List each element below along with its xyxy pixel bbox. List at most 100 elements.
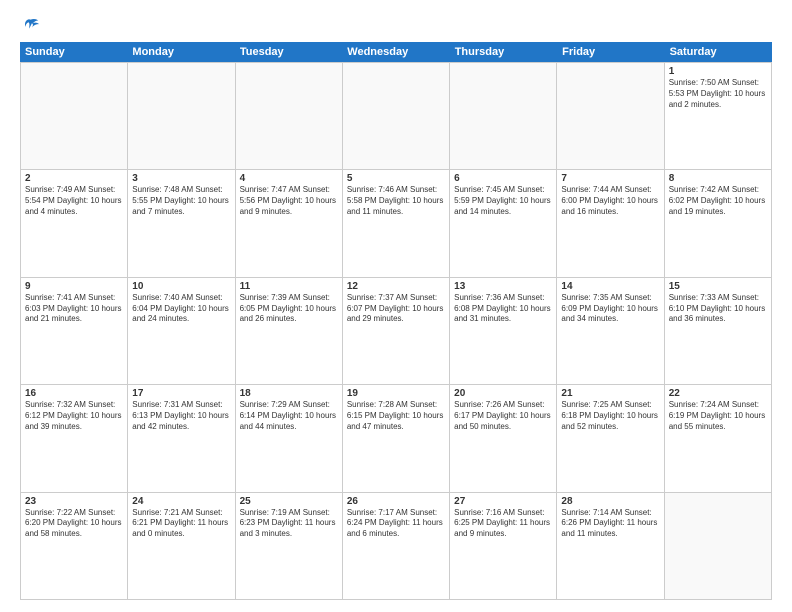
- logo-bird-icon: [22, 16, 40, 34]
- calendar-cell-empty-0-3: [343, 63, 450, 169]
- calendar-cell-18: 18Sunrise: 7:29 AM Sunset: 6:14 PM Dayli…: [236, 385, 343, 491]
- calendar-cell-12: 12Sunrise: 7:37 AM Sunset: 6:07 PM Dayli…: [343, 278, 450, 384]
- calendar-cell-6: 6Sunrise: 7:45 AM Sunset: 5:59 PM Daylig…: [450, 170, 557, 276]
- calendar-cell-20: 20Sunrise: 7:26 AM Sunset: 6:17 PM Dayli…: [450, 385, 557, 491]
- day-number: 25: [240, 496, 338, 507]
- calendar-cell-5: 5Sunrise: 7:46 AM Sunset: 5:58 PM Daylig…: [343, 170, 450, 276]
- day-number: 1: [669, 66, 767, 77]
- day-number: 26: [347, 496, 445, 507]
- calendar-cell-empty-0-1: [128, 63, 235, 169]
- header-day-friday: Friday: [557, 42, 664, 62]
- day-info: Sunrise: 7:46 AM Sunset: 5:58 PM Dayligh…: [347, 185, 445, 217]
- day-number: 7: [561, 173, 659, 184]
- day-info: Sunrise: 7:28 AM Sunset: 6:15 PM Dayligh…: [347, 400, 445, 432]
- day-number: 5: [347, 173, 445, 184]
- calendar-cell-21: 21Sunrise: 7:25 AM Sunset: 6:18 PM Dayli…: [557, 385, 664, 491]
- day-number: 19: [347, 388, 445, 399]
- day-number: 12: [347, 281, 445, 292]
- calendar-row-2: 2Sunrise: 7:49 AM Sunset: 5:54 PM Daylig…: [21, 170, 772, 277]
- day-number: 13: [454, 281, 552, 292]
- calendar-cell-22: 22Sunrise: 7:24 AM Sunset: 6:19 PM Dayli…: [665, 385, 772, 491]
- day-info: Sunrise: 7:26 AM Sunset: 6:17 PM Dayligh…: [454, 400, 552, 432]
- header-day-tuesday: Tuesday: [235, 42, 342, 62]
- calendar-cell-16: 16Sunrise: 7:32 AM Sunset: 6:12 PM Dayli…: [21, 385, 128, 491]
- day-number: 15: [669, 281, 767, 292]
- day-number: 21: [561, 388, 659, 399]
- day-info: Sunrise: 7:48 AM Sunset: 5:55 PM Dayligh…: [132, 185, 230, 217]
- day-info: Sunrise: 7:50 AM Sunset: 5:53 PM Dayligh…: [669, 78, 767, 110]
- calendar-cell-7: 7Sunrise: 7:44 AM Sunset: 6:00 PM Daylig…: [557, 170, 664, 276]
- calendar-row-3: 9Sunrise: 7:41 AM Sunset: 6:03 PM Daylig…: [21, 278, 772, 385]
- calendar-cell-empty-0-5: [557, 63, 664, 169]
- calendar-cell-28: 28Sunrise: 7:14 AM Sunset: 6:26 PM Dayli…: [557, 493, 664, 599]
- calendar-cell-10: 10Sunrise: 7:40 AM Sunset: 6:04 PM Dayli…: [128, 278, 235, 384]
- logo: [20, 16, 40, 34]
- calendar-cell-3: 3Sunrise: 7:48 AM Sunset: 5:55 PM Daylig…: [128, 170, 235, 276]
- calendar-cell-1: 1Sunrise: 7:50 AM Sunset: 5:53 PM Daylig…: [665, 63, 772, 169]
- calendar-header: SundayMondayTuesdayWednesdayThursdayFrid…: [20, 42, 772, 62]
- header-day-wednesday: Wednesday: [342, 42, 449, 62]
- day-info: Sunrise: 7:29 AM Sunset: 6:14 PM Dayligh…: [240, 400, 338, 432]
- day-number: 17: [132, 388, 230, 399]
- day-number: 6: [454, 173, 552, 184]
- calendar-cell-27: 27Sunrise: 7:16 AM Sunset: 6:25 PM Dayli…: [450, 493, 557, 599]
- day-info: Sunrise: 7:42 AM Sunset: 6:02 PM Dayligh…: [669, 185, 767, 217]
- calendar-cell-23: 23Sunrise: 7:22 AM Sunset: 6:20 PM Dayli…: [21, 493, 128, 599]
- day-number: 18: [240, 388, 338, 399]
- day-number: 24: [132, 496, 230, 507]
- calendar-row-1: 1Sunrise: 7:50 AM Sunset: 5:53 PM Daylig…: [21, 63, 772, 170]
- calendar-cell-15: 15Sunrise: 7:33 AM Sunset: 6:10 PM Dayli…: [665, 278, 772, 384]
- day-number: 10: [132, 281, 230, 292]
- calendar-cell-25: 25Sunrise: 7:19 AM Sunset: 6:23 PM Dayli…: [236, 493, 343, 599]
- day-number: 23: [25, 496, 123, 507]
- day-info: Sunrise: 7:35 AM Sunset: 6:09 PM Dayligh…: [561, 293, 659, 325]
- calendar-row-4: 16Sunrise: 7:32 AM Sunset: 6:12 PM Dayli…: [21, 385, 772, 492]
- header-day-sunday: Sunday: [20, 42, 127, 62]
- calendar-cell-11: 11Sunrise: 7:39 AM Sunset: 6:05 PM Dayli…: [236, 278, 343, 384]
- day-info: Sunrise: 7:47 AM Sunset: 5:56 PM Dayligh…: [240, 185, 338, 217]
- day-info: Sunrise: 7:24 AM Sunset: 6:19 PM Dayligh…: [669, 400, 767, 432]
- day-info: Sunrise: 7:36 AM Sunset: 6:08 PM Dayligh…: [454, 293, 552, 325]
- calendar-cell-17: 17Sunrise: 7:31 AM Sunset: 6:13 PM Dayli…: [128, 385, 235, 491]
- day-number: 20: [454, 388, 552, 399]
- day-info: Sunrise: 7:22 AM Sunset: 6:20 PM Dayligh…: [25, 508, 123, 540]
- calendar-cell-empty-0-4: [450, 63, 557, 169]
- page: SundayMondayTuesdayWednesdayThursdayFrid…: [0, 0, 792, 612]
- day-info: Sunrise: 7:37 AM Sunset: 6:07 PM Dayligh…: [347, 293, 445, 325]
- calendar-cell-empty-0-2: [236, 63, 343, 169]
- day-info: Sunrise: 7:40 AM Sunset: 6:04 PM Dayligh…: [132, 293, 230, 325]
- header: [20, 16, 772, 34]
- calendar-cell-26: 26Sunrise: 7:17 AM Sunset: 6:24 PM Dayli…: [343, 493, 450, 599]
- calendar-cell-9: 9Sunrise: 7:41 AM Sunset: 6:03 PM Daylig…: [21, 278, 128, 384]
- day-number: 14: [561, 281, 659, 292]
- calendar-cell-14: 14Sunrise: 7:35 AM Sunset: 6:09 PM Dayli…: [557, 278, 664, 384]
- header-day-saturday: Saturday: [665, 42, 772, 62]
- day-info: Sunrise: 7:31 AM Sunset: 6:13 PM Dayligh…: [132, 400, 230, 432]
- day-info: Sunrise: 7:21 AM Sunset: 6:21 PM Dayligh…: [132, 508, 230, 540]
- day-number: 8: [669, 173, 767, 184]
- day-number: 16: [25, 388, 123, 399]
- calendar-cell-13: 13Sunrise: 7:36 AM Sunset: 6:08 PM Dayli…: [450, 278, 557, 384]
- day-number: 3: [132, 173, 230, 184]
- day-info: Sunrise: 7:19 AM Sunset: 6:23 PM Dayligh…: [240, 508, 338, 540]
- day-info: Sunrise: 7:39 AM Sunset: 6:05 PM Dayligh…: [240, 293, 338, 325]
- day-info: Sunrise: 7:45 AM Sunset: 5:59 PM Dayligh…: [454, 185, 552, 217]
- day-info: Sunrise: 7:17 AM Sunset: 6:24 PM Dayligh…: [347, 508, 445, 540]
- calendar-cell-8: 8Sunrise: 7:42 AM Sunset: 6:02 PM Daylig…: [665, 170, 772, 276]
- day-number: 9: [25, 281, 123, 292]
- day-number: 22: [669, 388, 767, 399]
- day-number: 27: [454, 496, 552, 507]
- day-number: 2: [25, 173, 123, 184]
- calendar-cell-19: 19Sunrise: 7:28 AM Sunset: 6:15 PM Dayli…: [343, 385, 450, 491]
- header-day-monday: Monday: [127, 42, 234, 62]
- day-info: Sunrise: 7:44 AM Sunset: 6:00 PM Dayligh…: [561, 185, 659, 217]
- logo-text: [20, 16, 40, 34]
- day-info: Sunrise: 7:16 AM Sunset: 6:25 PM Dayligh…: [454, 508, 552, 540]
- day-info: Sunrise: 7:49 AM Sunset: 5:54 PM Dayligh…: [25, 185, 123, 217]
- day-info: Sunrise: 7:25 AM Sunset: 6:18 PM Dayligh…: [561, 400, 659, 432]
- calendar-cell-empty-0-0: [21, 63, 128, 169]
- calendar: SundayMondayTuesdayWednesdayThursdayFrid…: [20, 42, 772, 600]
- day-info: Sunrise: 7:41 AM Sunset: 6:03 PM Dayligh…: [25, 293, 123, 325]
- header-day-thursday: Thursday: [450, 42, 557, 62]
- day-info: Sunrise: 7:33 AM Sunset: 6:10 PM Dayligh…: [669, 293, 767, 325]
